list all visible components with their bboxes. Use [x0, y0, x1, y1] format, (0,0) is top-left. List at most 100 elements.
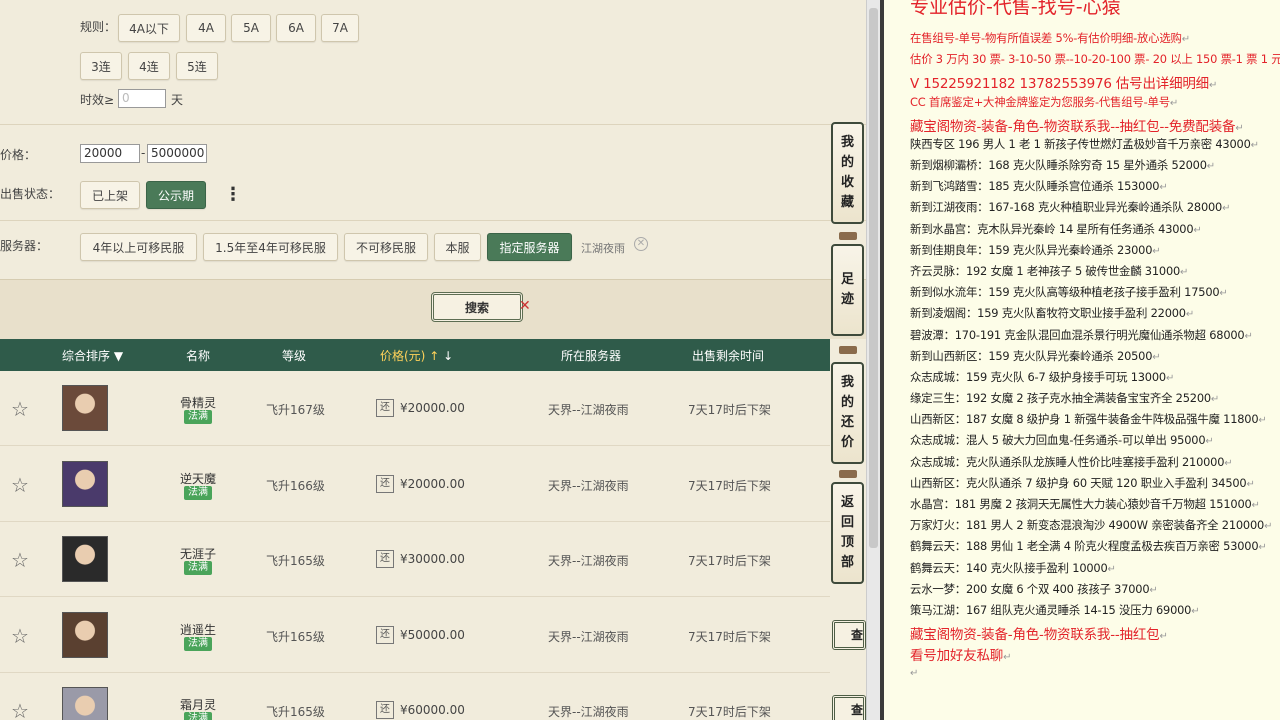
server-option-1-5-4yr-migratable[interactable]: 1.5年至4年可移民服: [203, 233, 338, 261]
footprint-tab[interactable]: 足 迹: [831, 244, 864, 336]
rule-option-6a[interactable]: 6A: [276, 14, 316, 42]
rule-option-5a[interactable]: 5A: [231, 14, 271, 42]
note-line: 新到江湖夜雨：167-168 克火种植职业异光秦岭通杀队 28000↵: [910, 199, 1230, 215]
favorite-star-icon[interactable]: ☆: [11, 397, 29, 421]
rule-option-4-combo[interactable]: 4连: [128, 52, 170, 80]
role-name[interactable]: 逆天魔: [158, 470, 238, 487]
role-name[interactable]: 霜月灵: [158, 696, 238, 713]
server-option-non-migratable[interactable]: 不可移民服: [344, 233, 428, 261]
paragraph-mark-icon: ↵: [1206, 161, 1215, 173]
scrollbar[interactable]: [866, 0, 880, 720]
haggle-icon[interactable]: 还: [376, 550, 394, 568]
spec-badge: 法满: [184, 410, 212, 424]
note-text: 众志成城：混人 5 破大力回血鬼-任务通杀-可以单出 95000: [910, 433, 1206, 448]
marketplace-pane: 规则： 4A以下 4A 5A 6A 7A 3连 4连 5连 时效≥ 0 天 价格…: [0, 0, 866, 720]
note-line: 在售组号-单号-物有所值误差 5%-有估价明细-放心选购↵: [910, 30, 1190, 46]
favorite-star-icon[interactable]: ☆: [11, 548, 29, 572]
note-text: 齐云灵脉：192 女魔 1 老神孩子 5 破传世金麟 31000: [910, 263, 1181, 278]
paragraph-mark-icon: ↵: [1152, 245, 1161, 257]
note-line: 藏宝阁物资-装备-角色-物资联系我--抽红包↵: [910, 623, 1168, 643]
view-button[interactable]: 查: [832, 619, 866, 650]
role-price: ¥30000.00: [400, 552, 465, 566]
favorite-star-icon[interactable]: ☆: [11, 624, 29, 648]
avatar: [62, 385, 108, 431]
role-name[interactable]: 无涯子: [158, 545, 238, 562]
server-option-this-server[interactable]: 本服: [434, 233, 481, 261]
rule-option-below-4a[interactable]: 4A以下: [118, 14, 180, 42]
server-label: 服务器：: [0, 239, 49, 253]
table-row[interactable]: ☆ 霜月灵 法满 飞升165级 还 ¥60000.00 天界--江湖夜雨 7天17时后下架 查: [0, 673, 866, 720]
price-label: 价格：: [0, 148, 37, 162]
rule-option-3-combo[interactable]: 3连: [80, 52, 122, 80]
price-separator: -: [141, 146, 146, 160]
paragraph-mark-icon: ↵: [1219, 288, 1228, 300]
table-row[interactable]: ☆ 逆天魔 法满 飞升166级 还 ¥20000.00 天界--江湖夜雨 7天17时后下架: [0, 446, 830, 522]
note-line: 水晶宫：181 男魔 2 孩洞天无属性大力装心猿妙音千万物超 151000↵: [910, 496, 1260, 512]
avatar: [62, 611, 108, 658]
price-max-input[interactable]: 5000000: [147, 144, 207, 163]
paragraph-mark-icon: ↵: [1107, 563, 1116, 575]
close-icon[interactable]: ✕: [519, 298, 531, 314]
note-line: 万家灯火：181 男人 2 新变态混浪淘沙 4900W 亲密装备齐全 21000…: [910, 517, 1272, 533]
back-to-top-tab[interactable]: 返 回 顶 部: [831, 482, 864, 584]
table-row[interactable]: ☆ 逍遥生 法满 飞升165级 还 ¥50000.00 天界--江湖夜雨 7天17时后下架 查: [0, 597, 866, 673]
tab-label-char: 足: [840, 272, 854, 287]
note-line: 山西新区：克火队通杀 7 级护身 60 天赋 120 职业入手盈利 34500↵: [910, 475, 1255, 491]
view-button[interactable]: 查: [832, 695, 866, 720]
remaining-time: 7天17时后下架: [688, 554, 771, 568]
price-header[interactable]: 价格(元) ↑ ↓: [380, 347, 453, 364]
server-option-4yr-migratable[interactable]: 4年以上可移民服: [80, 233, 197, 261]
my-favorites-tab[interactable]: 我 的 收 藏: [831, 122, 864, 224]
role-server: 天界--江湖夜雨: [548, 478, 629, 493]
table-row[interactable]: ☆ 无涯子 法满 飞升165级 还 ¥30000.00 天界--江湖夜雨 7天17时后下架: [0, 522, 830, 597]
role-price: ¥20000.00: [400, 401, 465, 415]
price-header-label: 价格(元): [380, 349, 426, 363]
status-public-period-button[interactable]: 公示期: [146, 181, 206, 209]
status-listed-button[interactable]: 已上架: [80, 181, 140, 209]
role-level: 飞升165级: [266, 554, 325, 568]
validity-input[interactable]: 0: [118, 89, 166, 108]
divider: [0, 220, 866, 221]
note-text: 鹤舞云天：140 克火队接手盈利 10000: [910, 560, 1108, 575]
scrollbar-thumb[interactable]: [869, 8, 878, 548]
haggle-icon[interactable]: 还: [376, 474, 394, 493]
note-line: 新到凌烟阁：159 克火队畜牧符文职业接手盈利 22000↵: [910, 305, 1194, 321]
paragraph-mark-icon: ↵: [1251, 499, 1260, 511]
remove-server-icon[interactable]: ✕: [634, 237, 648, 251]
role-server: 天界--江湖夜雨: [548, 403, 629, 417]
price-min-input[interactable]: 20000: [80, 144, 140, 163]
remaining-time: 7天17时后下架: [688, 629, 771, 644]
paragraph-mark-icon: ↵: [1149, 584, 1158, 596]
rule-option-5-combo[interactable]: 5连: [176, 52, 218, 80]
paragraph-mark-icon: ↵: [1250, 139, 1259, 151]
spec-badge: 法满: [184, 485, 212, 500]
favorite-star-icon[interactable]: ☆: [11, 699, 29, 720]
table-row[interactable]: ☆ 骨精灵 法满 飞升167级 还 ¥20000.00 天界--江湖夜雨 7天17时后下架: [0, 371, 830, 446]
search-button[interactable]: 搜索: [431, 292, 523, 322]
screen: 规则： 4A以下 4A 5A 6A 7A 3连 4连 5连 时效≥ 0 天 价格…: [0, 0, 1280, 720]
sort-header-label: 综合排序: [62, 349, 111, 363]
favorite-star-icon[interactable]: ☆: [11, 473, 29, 497]
note-text: 新到烟柳灞桥：168 克火队睡杀除穷奇 15 星外通杀 52000: [910, 158, 1207, 173]
rule-option-7a[interactable]: 7A: [321, 14, 359, 42]
haggle-icon[interactable]: 还: [376, 625, 394, 644]
more-options-icon[interactable]: ⋮: [224, 186, 242, 204]
tab-label-char: 藏: [840, 195, 854, 210]
tab-label-char: 还: [840, 415, 854, 430]
sort-header[interactable]: 综合排序 ▼: [62, 347, 123, 364]
role-name[interactable]: 逍遥生: [158, 621, 238, 638]
role-level: 飞升167级: [266, 403, 325, 417]
rule-option-4a[interactable]: 4A: [186, 14, 226, 42]
my-offers-tab[interactable]: 我 的 还 价: [831, 362, 864, 464]
haggle-icon[interactable]: 还: [376, 399, 394, 417]
note-line: V 15225921182 13782553976 估号出详细明细↵: [910, 72, 1217, 92]
server-option-specified[interactable]: 指定服务器: [487, 233, 572, 261]
note-line: 齐云灵脉：192 女魔 1 老神孩子 5 破传世金麟 31000↵: [910, 263, 1188, 279]
note-line: 云水一梦：200 女魔 6 个双 400 孩孩子 37000↵: [910, 581, 1158, 597]
tab-hinge: [839, 470, 857, 478]
paragraph-mark-icon: ↵: [1210, 394, 1220, 406]
role-name[interactable]: 骨精灵: [158, 394, 238, 411]
note-text: CC 首席鉴定+大神金牌鉴定为您服务-代售组号-单号: [910, 94, 1170, 109]
note-text: 估价 3 万内 30 票- 3-10-50 票--10-20-100 票- 20…: [910, 52, 1280, 67]
haggle-icon[interactable]: 还: [376, 701, 394, 719]
